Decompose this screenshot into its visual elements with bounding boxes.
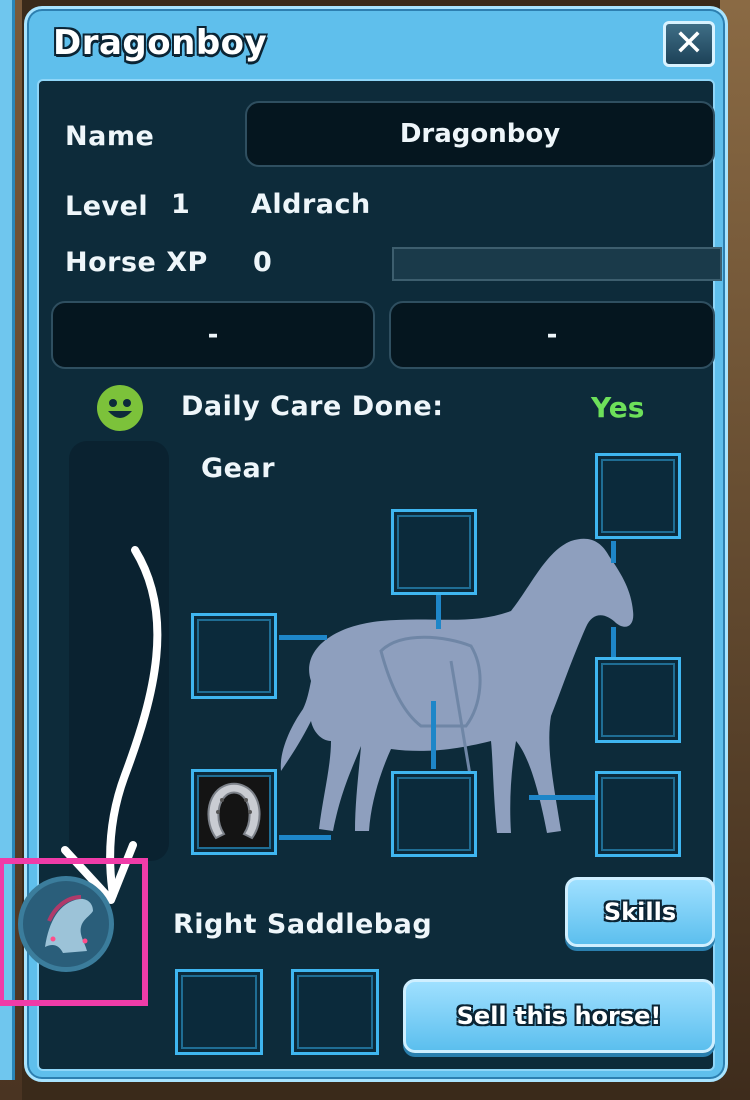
info-field-right: - <box>389 301 715 369</box>
gear-label: Gear <box>201 453 276 484</box>
gear-slot-head[interactable] <box>595 453 681 539</box>
daily-care-value: Yes <box>591 391 645 424</box>
gear-slot-hoof[interactable] <box>191 769 277 855</box>
level-value: 1 <box>171 189 191 220</box>
name-value: Dragonboy <box>399 119 561 149</box>
info-field-left: - <box>51 301 375 369</box>
close-icon: ✕ <box>673 23 705 64</box>
connector <box>529 795 595 800</box>
curved-arrow-down-icon <box>61 546 162 904</box>
xp-progress-bar <box>392 247 722 281</box>
connector <box>279 635 327 640</box>
connector <box>611 627 616 657</box>
gear-slot-blanket[interactable] <box>191 613 277 699</box>
info-field-left-value: - <box>207 320 219 350</box>
highlight-box <box>0 858 148 1006</box>
skills-button-label: Skills <box>603 898 677 926</box>
saddlebag-slot-1[interactable] <box>175 969 263 1055</box>
saddlebag-label: Right Saddlebag <box>173 909 433 940</box>
horseshoe-icon <box>207 782 261 840</box>
connector <box>431 701 436 769</box>
close-button[interactable]: ✕ <box>663 21 715 67</box>
xp-label: Horse XP <box>65 247 208 278</box>
smiley-icon <box>97 385 143 431</box>
connector <box>279 835 331 840</box>
daily-care-label: Daily Care Done: <box>181 391 444 422</box>
skills-button[interactable]: Skills <box>565 877 715 947</box>
gear-slot-saddle[interactable] <box>391 509 477 595</box>
breed-value: Aldrach <box>251 189 371 220</box>
name-field[interactable]: Dragonboy <box>245 101 715 167</box>
name-label: Name <box>65 121 155 152</box>
gear-slot-legs[interactable] <box>391 771 477 857</box>
info-field-right-value: - <box>546 320 558 350</box>
level-label: Level <box>65 191 149 222</box>
gear-slot-rear-legs[interactable] <box>595 771 681 857</box>
panel-title: Dragonboy <box>53 23 268 63</box>
connector <box>611 541 616 563</box>
gear-slot-neck[interactable] <box>595 657 681 743</box>
xp-value: 0 <box>253 247 273 278</box>
connector <box>436 591 441 629</box>
saddlebag-slot-2[interactable] <box>291 969 379 1055</box>
sell-horse-button-label: Sell this horse! <box>456 1002 662 1030</box>
sell-horse-button[interactable]: Sell this horse! <box>403 979 715 1053</box>
